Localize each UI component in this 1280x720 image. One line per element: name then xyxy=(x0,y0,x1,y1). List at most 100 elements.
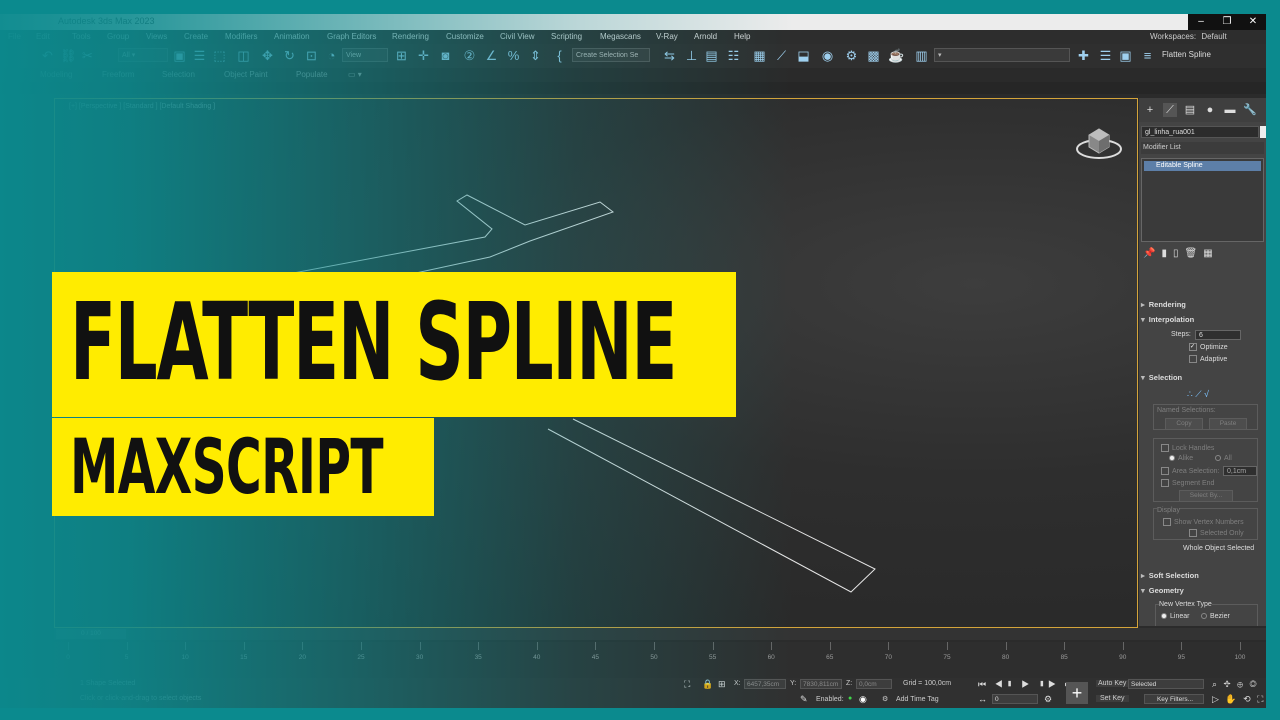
auto-key-button[interactable]: Auto Key xyxy=(1096,680,1129,687)
undo-icon[interactable]: ↶ xyxy=(40,48,55,63)
configure-sets-icon[interactable]: ▦ xyxy=(1203,248,1218,259)
toolbar-dropdown[interactable]: ▾ xyxy=(934,48,1070,62)
linear-radio[interactable]: Linear xyxy=(1161,613,1189,620)
menu-file[interactable]: File xyxy=(8,32,21,41)
material-editor-icon[interactable]: ◉ xyxy=(820,48,835,63)
adaptive-checkbox[interactable]: Adaptive xyxy=(1189,355,1227,363)
move-icon[interactable]: ✥ xyxy=(260,48,275,63)
edit-named-selection-icon[interactable]: { xyxy=(552,48,567,63)
selection-filter-dropdown[interactable]: All ▾ xyxy=(118,48,168,62)
key-mode-icon[interactable]: ↔ xyxy=(978,694,987,704)
menu-group[interactable]: Group xyxy=(107,32,129,41)
utilities-tab-icon[interactable]: 🔧 xyxy=(1243,103,1257,117)
selected-only-checkbox[interactable]: Selected Only xyxy=(1189,529,1244,537)
angle-snap-icon[interactable]: ∠ xyxy=(484,48,499,63)
minimize-icon[interactable]: – xyxy=(1188,14,1214,30)
menu-arnold[interactable]: Arnold xyxy=(694,32,717,41)
rollout-interpolation[interactable]: ▾ Interpolation xyxy=(1141,314,1264,326)
render-iterative-icon[interactable]: ▥ xyxy=(914,48,929,63)
copy-button[interactable]: Copy xyxy=(1165,418,1203,430)
scene-explorer-icon[interactable]: ▤ xyxy=(704,48,719,63)
y-coordinate-field[interactable]: 7830,811cm xyxy=(800,679,842,689)
set-key-button[interactable]: Set Key xyxy=(1096,695,1129,702)
menu-tools[interactable]: Tools xyxy=(72,32,91,41)
flatten-spline-button[interactable]: Flatten Spline xyxy=(1162,50,1211,59)
ribbon-toggle-icon[interactable]: ▦ xyxy=(752,48,767,63)
menu-graph-editors[interactable]: Graph Editors xyxy=(327,32,376,41)
named-selection-dropdown[interactable]: Create Selection Se xyxy=(572,48,650,62)
workspaces-value[interactable]: Default xyxy=(1201,32,1226,41)
ribbon-selection[interactable]: Selection xyxy=(162,70,195,79)
x-coordinate-field[interactable]: 6457,35cm xyxy=(744,679,786,689)
ribbon-populate[interactable]: Populate xyxy=(296,70,328,79)
modify-tab-icon[interactable]: ⟋ xyxy=(1163,103,1177,117)
rollout-rendering[interactable]: ▸ Rendering xyxy=(1141,299,1264,311)
menu-scripting[interactable]: Scripting xyxy=(551,32,582,41)
maximize-icon[interactable]: ❐ xyxy=(1214,14,1240,30)
add-script-icon[interactable]: ✚ xyxy=(1076,48,1091,63)
paste-button[interactable]: Paste xyxy=(1209,418,1247,430)
render-production-icon[interactable]: ☕ xyxy=(888,48,904,63)
select-manipulate-icon[interactable]: ✛ xyxy=(416,48,431,63)
isolate-icon[interactable]: ⛶ xyxy=(684,679,690,690)
align-icon[interactable]: ⊥ xyxy=(684,48,699,63)
track-bar[interactable]: 0 5 10 15 20 25 30 35 40 45 50 55 60 65 70 75 80 85 90 95 10… xyxy=(54,642,1266,678)
menu-modifiers[interactable]: Modifiers xyxy=(225,32,257,41)
scale-icon[interactable]: ⊡ xyxy=(304,48,319,63)
layers-icon[interactable]: ☰ xyxy=(1098,48,1113,63)
modifier-list-dropdown[interactable]: Modifier List xyxy=(1141,142,1264,154)
reference-coord-dropdown[interactable]: View xyxy=(342,48,388,62)
pin-stack-icon[interactable]: 📌 xyxy=(1143,248,1161,259)
viewport-nav-controls[interactable]: ⌕ ✥ ⊕ ◎ xyxy=(1212,679,1259,690)
stack-icon[interactable]: ≡ xyxy=(1140,48,1155,63)
absolute-mode-icon[interactable]: ⊞ xyxy=(718,679,726,690)
key-selection-dropdown[interactable]: Selected xyxy=(1128,679,1204,689)
menu-customize[interactable]: Customize xyxy=(446,32,484,41)
close-icon[interactable]: ✕ xyxy=(1240,14,1266,30)
menu-megascans[interactable]: Megascans xyxy=(600,32,641,41)
motion-tab-icon[interactable]: ● xyxy=(1203,103,1217,117)
menu-animation[interactable]: Animation xyxy=(274,32,310,41)
schematic-view-icon[interactable]: ⬓ xyxy=(796,48,811,63)
snaps-toggle-icon[interactable]: ② xyxy=(462,48,477,63)
segment-end-checkbox[interactable]: Segment End xyxy=(1161,479,1214,487)
mirror-icon[interactable]: ⇆ xyxy=(662,48,677,63)
lock-handles-checkbox[interactable]: Lock Handles xyxy=(1161,444,1214,452)
select-by-name-icon[interactable]: ☰ xyxy=(192,48,207,63)
key-filters-button[interactable]: Key Filters... xyxy=(1144,694,1204,704)
layer-explorer-icon[interactable]: ☷ xyxy=(726,48,741,63)
all-radio[interactable]: All xyxy=(1215,455,1232,462)
unlink-icon[interactable]: ✂ xyxy=(80,48,95,63)
ribbon-options-icon[interactable]: ▭ ▾ xyxy=(348,70,362,79)
percent-snap-icon[interactable]: % xyxy=(506,48,521,63)
set-key-icon[interactable]: + xyxy=(1066,682,1088,704)
rollout-soft-selection[interactable]: ▸ Soft Selection xyxy=(1141,570,1264,582)
steps-spinner[interactable]: 6 xyxy=(1195,330,1241,340)
render-setup-icon[interactable]: ⚙ xyxy=(844,48,859,63)
playback-controls[interactable]: ⏮ ◀▮ ▶ ▮▶ ⏭ xyxy=(978,679,1076,690)
ribbon-modeling[interactable]: Modeling xyxy=(40,70,72,79)
degradation-settings-icon[interactable]: ◉ xyxy=(859,694,867,705)
menu-create[interactable]: Create xyxy=(184,32,208,41)
menu-help[interactable]: Help xyxy=(734,32,750,41)
spinner-snap-icon[interactable]: ⇕ xyxy=(528,48,543,63)
time-config-icon[interactable]: ⚙ xyxy=(1044,694,1052,705)
display-tab-icon[interactable]: ▬ xyxy=(1223,103,1237,117)
ribbon-object-paint[interactable]: Object Paint xyxy=(224,70,268,79)
time-slider-handle[interactable]: 0 / 100 xyxy=(56,629,126,639)
create-tab-icon[interactable]: + xyxy=(1143,103,1157,117)
optimize-checkbox[interactable]: ✓ Optimize xyxy=(1189,343,1228,351)
pivot-icon[interactable]: ⊞ xyxy=(394,48,409,63)
subobject-level-icons[interactable]: ∴ ⟋ √ xyxy=(1187,389,1209,400)
time-slider[interactable]: 0 / 100 xyxy=(54,628,1266,640)
script-listener-icon[interactable]: ✎ xyxy=(800,694,808,705)
rollout-selection[interactable]: ▾ Selection xyxy=(1141,372,1264,384)
current-frame-field[interactable]: 0 xyxy=(992,694,1038,704)
make-unique-icon[interactable]: ▯ xyxy=(1173,248,1185,259)
lock-selection-icon[interactable]: 🔒 xyxy=(702,679,713,690)
keyboard-shortcut-icon[interactable]: ◙ xyxy=(438,48,453,63)
ribbon-freeform[interactable]: Freeform xyxy=(102,70,134,79)
link-icon[interactable]: ⛓ xyxy=(60,48,77,63)
viewport-nav-controls-2[interactable]: ▷ ✋ ⟲ ⛶ xyxy=(1212,694,1265,705)
select-object-icon[interactable]: ▣ xyxy=(172,48,187,63)
